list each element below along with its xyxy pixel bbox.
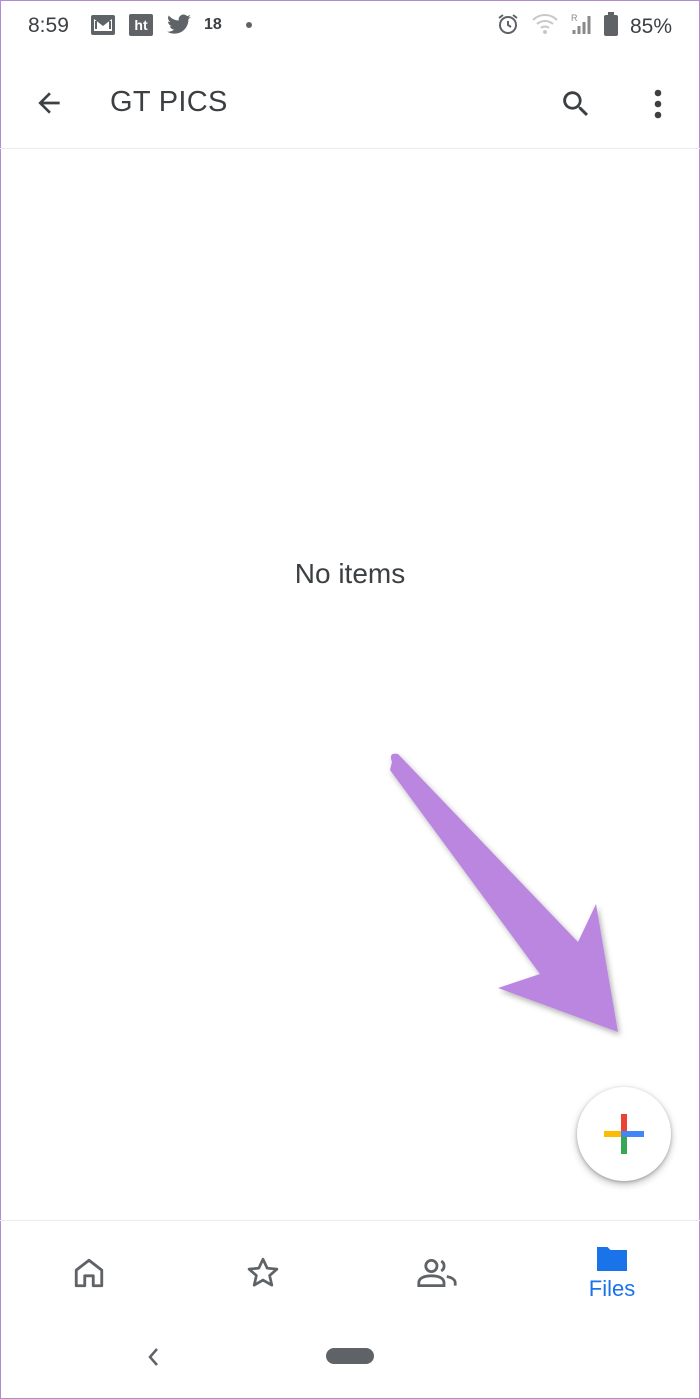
notification-icons: ht 18 bbox=[90, 12, 252, 38]
status-bar: 8:59 ht 18 R 85% bbox=[0, 0, 700, 52]
system-back-button[interactable] bbox=[140, 1344, 166, 1370]
signal-icon: R bbox=[570, 12, 592, 41]
nav-starred[interactable] bbox=[203, 1221, 323, 1325]
notification-count: 18 bbox=[204, 16, 222, 33]
app-bar: GT PICS bbox=[0, 56, 700, 149]
status-time: 8:59 bbox=[28, 14, 69, 37]
screenshot-border bbox=[0, 0, 700, 1399]
page-title: GT PICS bbox=[110, 86, 228, 118]
twitter-icon bbox=[166, 12, 192, 38]
more-vert-icon bbox=[654, 89, 662, 119]
alarm-icon bbox=[496, 12, 520, 41]
svg-text:ht: ht bbox=[134, 17, 148, 33]
bottom-navigation: Files bbox=[0, 1220, 700, 1325]
people-icon bbox=[417, 1259, 457, 1287]
notification-dot bbox=[245, 22, 252, 28]
wifi-icon bbox=[532, 13, 558, 40]
hindustan-times-icon: ht bbox=[128, 12, 154, 38]
empty-state-message: No items bbox=[294, 558, 406, 589]
nav-home[interactable] bbox=[29, 1221, 149, 1325]
search-button[interactable] bbox=[556, 84, 596, 124]
gmail-icon bbox=[90, 12, 116, 38]
more-options-button[interactable] bbox=[640, 84, 676, 124]
chevron-left-icon bbox=[148, 1348, 158, 1366]
home-icon bbox=[74, 1258, 104, 1288]
annotation-arrow bbox=[390, 753, 618, 1032]
nav-files-label: Files bbox=[588, 1276, 636, 1301]
folder-icon bbox=[597, 1247, 627, 1271]
nav-files[interactable]: Files bbox=[552, 1221, 672, 1325]
search-icon bbox=[563, 91, 589, 117]
system-navigation-bar bbox=[0, 1324, 700, 1399]
add-new-fab[interactable] bbox=[577, 1087, 671, 1181]
battery-icon bbox=[603, 12, 618, 41]
svg-text:R: R bbox=[571, 13, 578, 23]
back-button[interactable] bbox=[30, 84, 68, 122]
nav-shared[interactable] bbox=[377, 1221, 497, 1325]
star-icon bbox=[247, 1257, 279, 1287]
system-home-pill[interactable] bbox=[326, 1348, 374, 1364]
google-plus-icon bbox=[604, 1114, 644, 1154]
battery-percent: 85% bbox=[629, 14, 672, 38]
arrow-back-icon bbox=[38, 92, 60, 114]
system-status-icons: R 85% bbox=[496, 12, 672, 41]
